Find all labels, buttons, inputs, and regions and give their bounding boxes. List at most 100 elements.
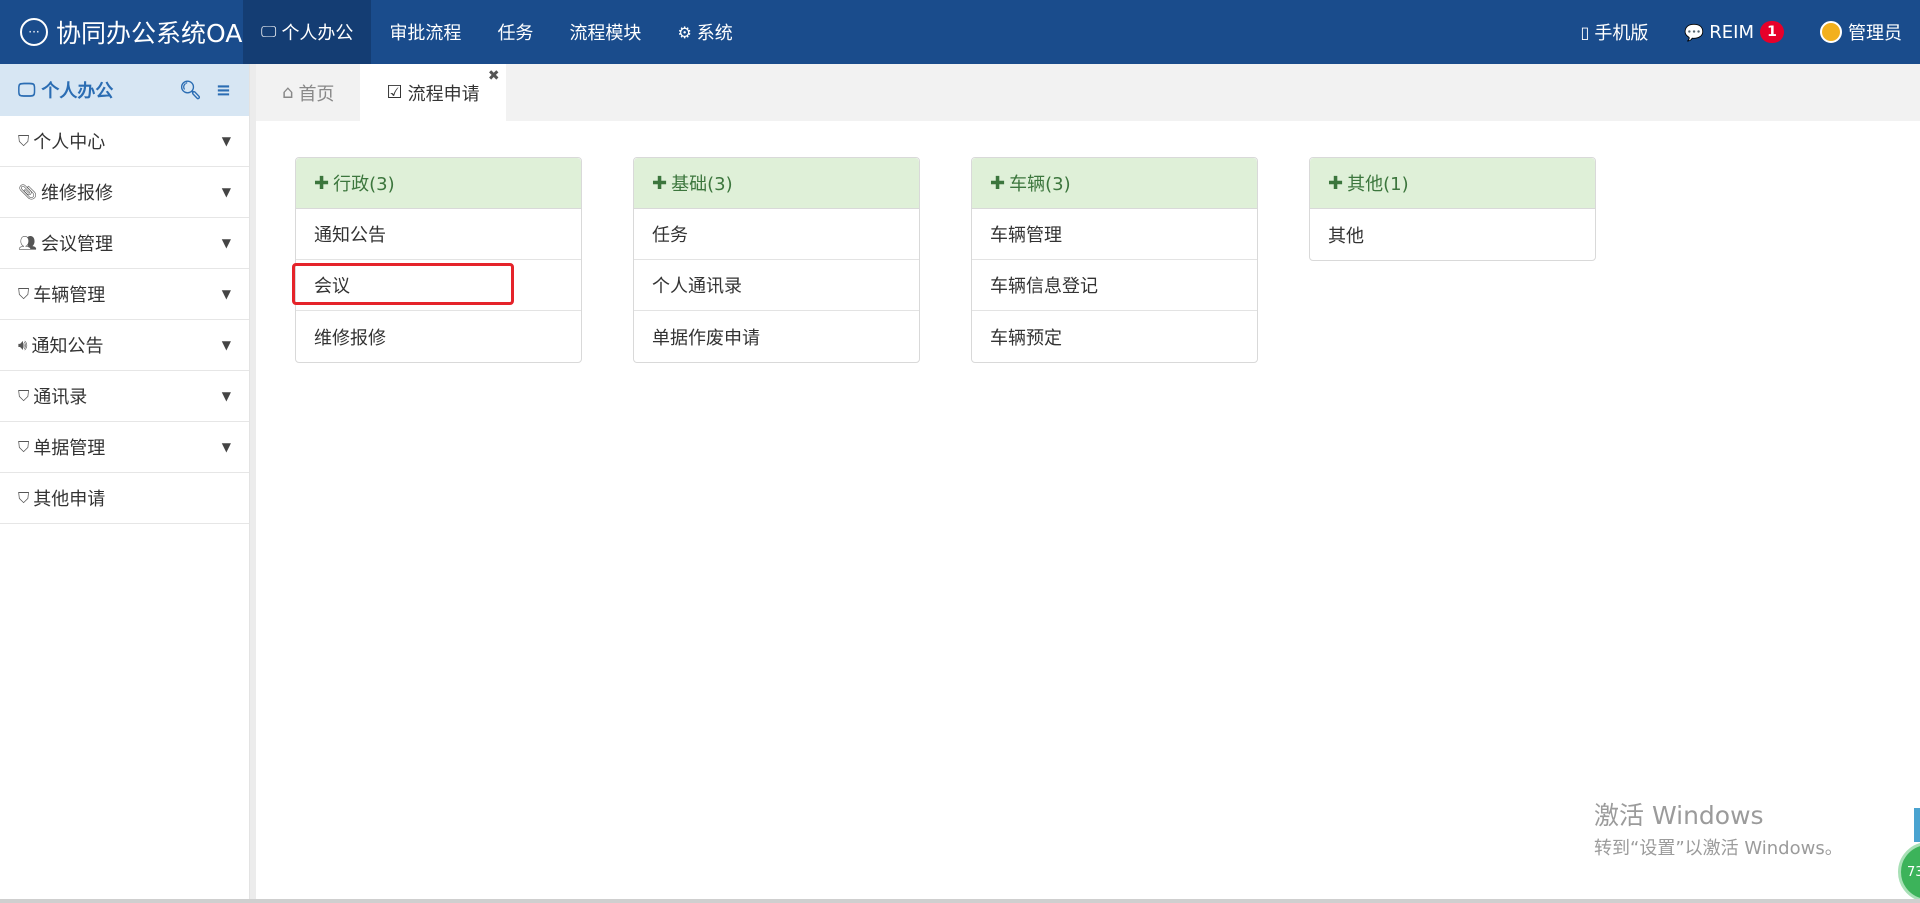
flow-item-other[interactable]: 其他: [1310, 209, 1595, 260]
flow-item-label: 车辆管理: [990, 225, 1062, 246]
tab-flow-application[interactable]: ☑ 流程申请 ✖: [360, 64, 506, 121]
reim-link[interactable]: 💬 REIM 1: [1666, 0, 1802, 64]
content-area: ✚ 行政(3) 通知公告 会议 维修报修 ✚ 基础(3) 任务 个人通讯录 单据…: [256, 121, 1920, 903]
avatar: [1820, 21, 1842, 43]
panel-title: 行政(3): [333, 174, 395, 195]
flow-item-label: 个人通讯录: [652, 276, 742, 297]
sidebar-title: 个人办公: [41, 81, 114, 102]
nav-item-flow-module[interactable]: 流程模块: [551, 0, 659, 64]
bookmark-icon: ⛉: [18, 132, 30, 150]
sidebar-item-personal-center[interactable]: ⛉ 个人中心 ▼: [0, 116, 249, 167]
panel-header: ✚ 车辆(3): [972, 158, 1257, 209]
flow-item-vehicle-booking[interactable]: 车辆预定: [972, 311, 1257, 362]
tab-label: 首页: [298, 83, 335, 105]
caret-down-icon: ▼: [221, 338, 231, 352]
bookmark-icon: ⛉: [18, 489, 30, 507]
sidebar-item-notice[interactable]: 🔊︎ 通知公告 ▼: [0, 320, 249, 371]
notification-badge: 1: [1760, 21, 1784, 43]
flow-item-meeting[interactable]: 会议: [292, 260, 581, 311]
corner-strip: [1914, 808, 1920, 842]
watermark-title: 激活 Windows: [1594, 801, 1764, 830]
flow-item-vehicle-registration[interactable]: 车辆信息登记: [972, 260, 1257, 311]
user-label: 管理员: [1848, 23, 1902, 44]
sidebar: 🖵 个人办公 🔍︎ ≡ ⛉ 个人中心 ▼ 📎︎ 维修报修 ▼ 👥︎ 会议管理 ▼…: [0, 64, 250, 903]
brand-title: 协同办公系统OA: [56, 19, 243, 48]
panel-title: 其他(1): [1347, 174, 1409, 195]
sidebar-item-label: 个人中心: [33, 132, 106, 153]
sidebar-item-other-requests[interactable]: ⛉ 其他申请: [0, 473, 249, 524]
sidebar-item-document-management[interactable]: ⛉ 单据管理 ▼: [0, 422, 249, 473]
tabs-bar: ⌂ 首页 ☑ 流程申请 ✖: [256, 64, 1920, 121]
monitor-icon: 🖵: [261, 22, 277, 41]
menu-icon[interactable]: ≡: [216, 80, 231, 101]
bookmark-icon: ⛉: [18, 438, 30, 456]
user-menu[interactable]: 管理员: [1802, 0, 1920, 64]
sidebar-item-label: 通知公告: [31, 336, 104, 357]
flow-item-label: 通知公告: [314, 225, 386, 246]
gear-icon: ⚙: [677, 22, 692, 42]
sidebar-item-label: 维修报修: [41, 183, 114, 204]
sidebar-item-vehicle-management[interactable]: ⛉ 车辆管理 ▼: [0, 269, 249, 320]
panel-header: ✚ 其他(1): [1310, 158, 1595, 209]
chat-bubble-icon: ···: [20, 18, 48, 46]
nav-right: ▯ 手机版 💬 REIM 1 管理员: [1563, 0, 1920, 64]
caret-down-icon: ▼: [221, 389, 231, 403]
flow-item-personal-contacts[interactable]: 个人通讯录: [634, 260, 919, 311]
tab-home[interactable]: ⌂ 首页: [256, 64, 360, 121]
bookmark-icon: ⛉: [18, 285, 30, 303]
bookmark-icon: ⛉: [18, 387, 30, 405]
panel-title: 车辆(3): [1009, 174, 1071, 195]
mobile-version-link[interactable]: ▯ 手机版: [1563, 0, 1667, 64]
nav-item-label: 系统: [696, 23, 733, 44]
caret-down-icon: ▼: [221, 134, 231, 148]
comments-icon: 💬: [1684, 22, 1705, 42]
nav-item-tasks[interactable]: 任务: [479, 0, 551, 64]
check-square-icon: ☑: [386, 82, 403, 103]
flow-item-document-void[interactable]: 单据作废申请: [634, 311, 919, 362]
flow-item-task[interactable]: 任务: [634, 209, 919, 260]
nav-item-label: 流程模块: [569, 23, 642, 44]
sidebar-tools: 🔍︎ ≡: [179, 80, 231, 101]
sidebar-item-label: 车辆管理: [33, 285, 106, 306]
sidebar-item-label: 会议管理: [41, 234, 114, 255]
sidebar-item-label: 其他申请: [33, 489, 106, 510]
main-nav: 🖵 个人办公 审批流程 任务 流程模块 ⚙ 系统: [243, 0, 751, 64]
panel-administration: ✚ 行政(3) 通知公告 会议 维修报修: [292, 157, 582, 363]
nav-item-approval-flow[interactable]: 审批流程: [371, 0, 479, 64]
sidebar-item-contacts[interactable]: ⛉ 通讯录 ▼: [0, 371, 249, 422]
nav-item-label: 个人办公: [281, 23, 354, 44]
nav-item-system[interactable]: ⚙ 系统: [659, 0, 750, 64]
flow-item-label: 车辆信息登记: [990, 276, 1098, 297]
tab-label: 流程申请: [407, 83, 480, 105]
nav-item-personal-office[interactable]: 🖵 个人办公: [243, 0, 372, 64]
brand[interactable]: ··· 协同办公系统OA: [0, 0, 243, 64]
sidebar-item-label: 通讯录: [33, 387, 88, 408]
search-icon[interactable]: 🔍︎: [179, 80, 202, 101]
flow-item-repair[interactable]: 维修报修: [296, 311, 581, 362]
users-icon: 👥︎: [18, 234, 38, 252]
sidebar-item-label: 单据管理: [33, 438, 106, 459]
caret-down-icon: ▼: [221, 185, 231, 199]
mobile-label: 手机版: [1594, 23, 1649, 44]
panel-basic: ✚ 基础(3) 任务 个人通讯录 单据作废申请: [633, 157, 920, 363]
sidebar-item-meeting-management[interactable]: 👥︎ 会议管理 ▼: [0, 218, 249, 269]
caret-down-icon: ▼: [221, 440, 231, 454]
top-navbar: ··· 协同办公系统OA 🖵 个人办公 审批流程 任务 流程模块 ⚙ 系统 ▯ …: [0, 0, 1920, 64]
caret-down-icon: ▼: [221, 287, 231, 301]
monitor-icon: 🖵: [18, 79, 36, 101]
close-icon[interactable]: ✖: [488, 68, 500, 84]
panel-title: 基础(3): [671, 174, 733, 195]
flow-item-notice[interactable]: 通知公告: [296, 209, 581, 260]
plus-icon: ✚: [990, 172, 1006, 194]
flow-item-label: 车辆预定: [990, 327, 1062, 349]
plus-icon: ✚: [652, 172, 668, 194]
sidebar-header: 🖵 个人办公 🔍︎ ≡: [0, 64, 249, 116]
floating-badge-value: 73: [1907, 864, 1920, 880]
flow-item-vehicle-management[interactable]: 车辆管理: [972, 209, 1257, 260]
nav-item-label: 审批流程: [389, 23, 462, 44]
watermark-subtitle: 转到“设置”以激活 Windows。: [1594, 838, 1843, 859]
sidebar-item-repair[interactable]: 📎︎ 维修报修 ▼: [0, 167, 249, 218]
flow-item-label: 其他: [1328, 225, 1364, 247]
plus-icon: ✚: [314, 172, 330, 194]
caret-down-icon: ▼: [221, 236, 231, 250]
